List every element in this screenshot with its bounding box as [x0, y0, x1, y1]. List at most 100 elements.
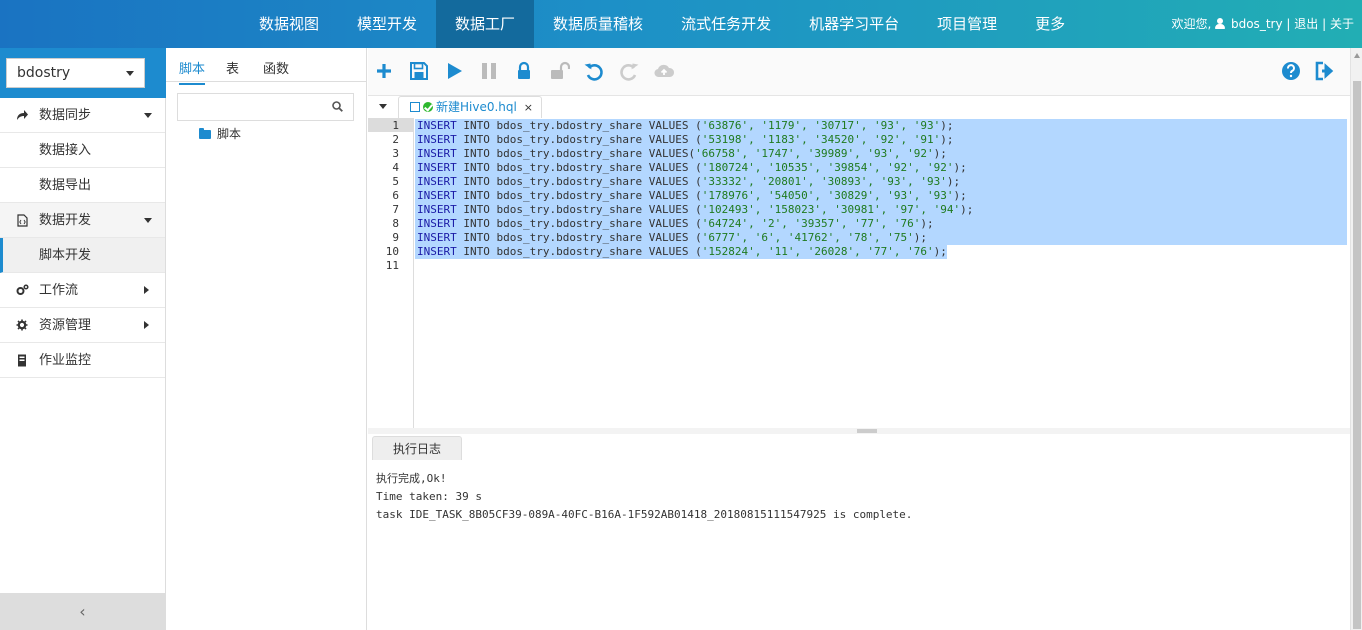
sidebar-item-data-sync[interactable]: 数据同步: [0, 98, 165, 133]
line-number: 10: [385, 245, 399, 258]
sidebar-item-label: 资源管理: [39, 318, 92, 333]
code-line: INSERT INTO bdos_try.bdostry_share VALUE…: [417, 175, 960, 189]
execution-log-panel: 执行日志 执行完成,Ok! Time taken: 39 s task IDE_TA…: [368, 434, 1350, 630]
log-line: 执行完成,Ok!: [376, 472, 447, 485]
sql-values: '102493', '158023', '30981', '97', '94': [701, 203, 961, 216]
sidebar-collapse-button[interactable]: ‹: [0, 593, 165, 630]
cog-icon: [16, 319, 28, 331]
nav-data-view[interactable]: 数据视图: [240, 0, 338, 48]
code-line: INSERT INTO bdos_try.bdostry_share VALUE…: [417, 133, 953, 147]
file-tab-hive0[interactable]: 新建Hive0.hql ×: [398, 96, 542, 118]
sql-text: INTO bdos_try.bdostry_share VALUES (: [456, 133, 702, 146]
sql-values: '66758', '1747', '39989', '93', '92': [695, 147, 934, 160]
exit-icon[interactable]: [1313, 60, 1337, 84]
sql-text: );: [960, 203, 974, 216]
tree-folder-scripts[interactable]: 脚本: [199, 125, 241, 142]
help-icon[interactable]: [1280, 60, 1304, 84]
sql-values: '63876', '1179', '30717', '93', '93': [701, 119, 941, 132]
file-tab-label: 新建Hive0.hql: [436, 100, 517, 114]
search-input[interactable]: [182, 94, 327, 120]
project-select[interactable]: bdostry: [6, 58, 145, 88]
redo-icon[interactable]: [618, 60, 642, 84]
sql-text: INTO bdos_try.bdostry_share VALUES (: [456, 203, 702, 216]
log-line: Time taken: 39 s: [376, 490, 482, 503]
line-number: 7: [392, 203, 399, 216]
logout-link[interactable]: 退出: [1294, 17, 1318, 31]
upload-icon[interactable]: [653, 60, 677, 84]
chevron-right-icon: [144, 321, 149, 329]
add-icon[interactable]: [373, 60, 397, 84]
sidebar-item-data-export[interactable]: 数据导出: [0, 168, 165, 203]
tab-functions[interactable]: 函数: [263, 58, 289, 77]
sql-keyword: INSERT: [417, 231, 457, 244]
username: bdos_try: [1230, 17, 1283, 31]
sql-text: );: [953, 189, 967, 202]
sql-keyword: INSERT: [417, 147, 457, 160]
sidebar-item-workflow[interactable]: 工作流: [0, 273, 165, 308]
code-editor[interactable]: 1 2 3 4 5 6 7 8 9 10 11 INSERT INTO bdos_try.bdost…: [368, 118, 1350, 468]
sidebar-item-resource-mgmt[interactable]: 资源管理: [0, 308, 165, 343]
sidebar-item-script-dev[interactable]: 脚本开发: [0, 238, 165, 273]
sql-text: INTO bdos_try.bdostry_share VALUES (: [456, 217, 702, 230]
user-icon: [1215, 18, 1226, 29]
nav-ml-platform[interactable]: 机器学习平台: [790, 0, 918, 48]
log-line: task IDE_TASK_8B05CF39-089A-40FC-B16A-1F…: [376, 508, 913, 521]
line-number: 8: [392, 217, 399, 230]
chevron-down-icon[interactable]: [379, 104, 387, 109]
sidebar-item-label: 作业监控: [39, 353, 92, 368]
sql-text: );: [946, 175, 961, 188]
tab-execution-log[interactable]: 执行日志: [372, 436, 462, 460]
sql-text: );: [933, 245, 947, 258]
chevron-down-icon: [144, 218, 152, 223]
run-icon[interactable]: [443, 60, 467, 84]
scroll-up-icon[interactable]: [1354, 53, 1360, 58]
nav-stream-task[interactable]: 流式任务开发: [662, 0, 790, 48]
unlock-icon[interactable]: [548, 60, 572, 84]
sql-keyword: INSERT: [417, 203, 457, 216]
sql-keyword: INSERT: [417, 245, 457, 258]
line-number: 2: [392, 133, 399, 146]
file-code-icon: [16, 214, 28, 227]
splitter-handle[interactable]: [857, 429, 877, 433]
editor-toolbar: [368, 48, 1350, 96]
nav-project-mgmt[interactable]: 项目管理: [918, 0, 1016, 48]
tab-tables[interactable]: 表: [226, 58, 239, 77]
sql-text: INTO bdos_try.bdostry_share VALUES (: [456, 119, 702, 132]
sql-keyword: INSERT: [417, 161, 457, 174]
sidebar-item-label: 数据同步: [39, 108, 92, 123]
page-scrollbar[interactable]: [1350, 48, 1362, 630]
save-icon[interactable]: [408, 60, 432, 84]
tab-scripts[interactable]: 脚本: [179, 58, 206, 85]
chevron-down-icon: [144, 113, 152, 118]
scrollbar-thumb[interactable]: [1353, 81, 1361, 629]
nav-more[interactable]: 更多: [1016, 0, 1084, 48]
separator: |: [1322, 17, 1327, 31]
sidebar-menu: 数据同步 数据接入 数据导出 数据开发 脚本开发 工作流 资源管理 作业监控: [0, 98, 165, 378]
nav-data-quality[interactable]: 数据质量稽核: [534, 0, 662, 48]
sidebar-item-label: 工作流: [39, 283, 79, 298]
undo-icon[interactable]: [583, 60, 607, 84]
sql-text: INTO bdos_try.bdostry_share VALUES (: [456, 161, 702, 174]
code-line: INSERT INTO bdos_try.bdostry_share VALUE…: [417, 189, 967, 203]
sql-text: INTO bdos_try.bdostry_share VALUES (: [456, 245, 702, 258]
sidebar-item-job-monitor[interactable]: 作业监控: [0, 343, 165, 378]
left-sidebar: bdostry 数据同步 数据接入 数据导出 数据开发 脚本开发 工作流 资源管…: [0, 48, 166, 630]
cogs-icon: [16, 284, 29, 296]
lock-icon[interactable]: [513, 60, 537, 84]
sidebar-item-data-ingest[interactable]: 数据接入: [0, 133, 165, 168]
search-icon[interactable]: [332, 101, 343, 112]
active-line-highlight: [368, 118, 414, 132]
sidebar-item-data-dev[interactable]: 数据开发: [0, 203, 165, 238]
nav-data-factory[interactable]: 数据工厂: [436, 0, 535, 48]
sql-values: '6777', '6', '41762', '78', '75': [701, 231, 914, 244]
user-area: 欢迎您, bdos_try | 退出 | 关于: [1172, 0, 1355, 48]
code-line: INSERT INTO bdos_try.bdostry_share VALUE…: [417, 147, 947, 161]
sql-text: INTO bdos_try.bdostry_share VALUES (: [456, 189, 702, 202]
sql-keyword: INSERT: [417, 175, 457, 188]
nav-model-dev[interactable]: 模型开发: [338, 0, 436, 48]
pause-icon[interactable]: [478, 60, 502, 84]
close-icon[interactable]: ×: [524, 97, 533, 118]
sql-text: INTO bdos_try.bdostry_share VALUES (: [456, 231, 702, 244]
sql-text: );: [920, 217, 934, 230]
about-link[interactable]: 关于: [1330, 17, 1354, 31]
